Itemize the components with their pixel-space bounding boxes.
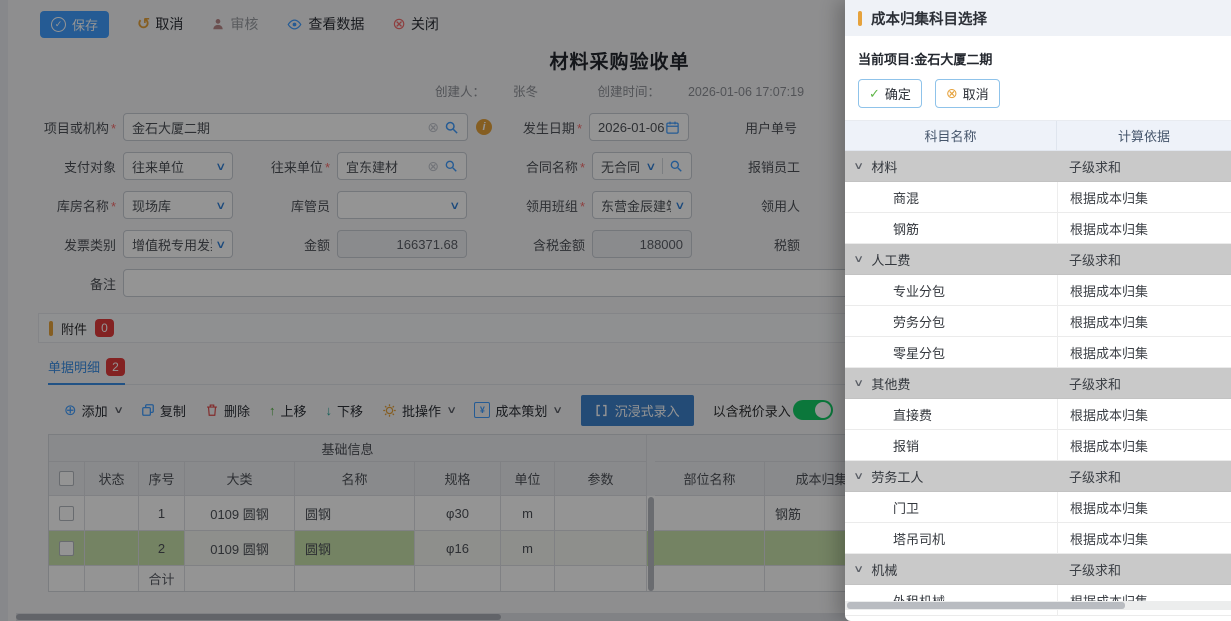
subject-table: 科目名称 计算依据 ∨材料子级求和商混根据成本归集钢筋根据成本归集∨人工费子级求… (845, 120, 1231, 616)
panel-buttons: ✓ 确定 ⊗ 取消 (858, 79, 1218, 108)
subject-name: 零星分包 (845, 343, 945, 362)
subject-name: 门卫 (845, 498, 919, 517)
subject-row[interactable]: 专业分包 根据成本归集 (845, 275, 1231, 306)
subject-name-cell[interactable]: 钢筋 (845, 213, 1057, 244)
calc-basis-cell: 子级求和 (1057, 461, 1231, 492)
calc-basis-cell: 子级求和 (1057, 554, 1231, 585)
subject-table-header: 科目名称 计算依据 (845, 121, 1231, 151)
col-subject-name: 科目名称 (845, 121, 1057, 151)
subject-name: 直接费 (845, 405, 932, 424)
current-project: 当前项目:金石大厦二期 (858, 49, 1218, 68)
subject-group-row[interactable]: ∨ 其他费 子级求和 (845, 368, 1231, 399)
panel-cancel-label: 取消 (963, 84, 989, 103)
subject-name: 机械 (871, 560, 897, 579)
subject-name: 其他费 (871, 374, 910, 393)
subject-name-cell[interactable]: ∨ 其他费 (845, 368, 1057, 399)
calc-basis-cell: 根据成本归集 (1057, 399, 1231, 430)
chevron-down-icon[interactable]: ∨ (853, 564, 864, 575)
subject-table-body: ∨材料子级求和商混根据成本归集钢筋根据成本归集∨人工费子级求和专业分包根据成本归… (845, 151, 1231, 616)
subject-name-cell[interactable]: 塔吊司机 (845, 523, 1057, 554)
panel-horizontal-scrollbar[interactable] (845, 601, 1231, 610)
subject-name-cell[interactable]: 专业分包 (845, 275, 1057, 306)
subject-row[interactable]: 报销 根据成本归集 (845, 430, 1231, 461)
subject-name: 商混 (845, 188, 919, 207)
subject-name: 材料 (871, 157, 897, 176)
subject-name-cell[interactable]: ∨ 机械 (845, 554, 1057, 585)
panel-header: 成本归集科目选择 (845, 0, 1231, 36)
subject-name-cell[interactable]: 零星分包 (845, 337, 1057, 368)
section-marker (858, 11, 862, 26)
subject-group-row[interactable]: ∨ 劳务工人 子级求和 (845, 461, 1231, 492)
subject-name-cell[interactable]: 门卫 (845, 492, 1057, 523)
chevron-down-icon[interactable]: ∨ (853, 378, 864, 389)
calc-basis-cell: 子级求和 (1057, 244, 1231, 275)
subject-row[interactable]: 门卫 根据成本归集 (845, 492, 1231, 523)
subject-name: 劳务工人 (871, 467, 923, 486)
confirm-button[interactable]: ✓ 确定 (858, 79, 922, 108)
calc-basis-cell: 根据成本归集 (1057, 306, 1231, 337)
subject-name: 塔吊司机 (845, 529, 945, 548)
subject-name-cell[interactable]: 劳务分包 (845, 306, 1057, 337)
calc-basis-cell: 根据成本归集 (1057, 492, 1231, 523)
subject-name-cell[interactable]: ∨ 人工费 (845, 244, 1057, 275)
subject-group-row[interactable]: ∨ 人工费 子级求和 (845, 244, 1231, 275)
calc-basis-cell: 根据成本归集 (1057, 337, 1231, 368)
panel-cancel-button[interactable]: ⊗ 取消 (935, 79, 1000, 108)
calc-basis-cell: 子级求和 (1057, 368, 1231, 399)
chevron-down-icon[interactable]: ∨ (853, 471, 864, 482)
calc-basis-cell: 根据成本归集 (1057, 430, 1231, 461)
calc-basis-cell: 根据成本归集 (1057, 523, 1231, 554)
subject-group-row[interactable]: ∨ 材料 子级求和 (845, 151, 1231, 182)
subject-name: 报销 (845, 436, 919, 455)
subject-name: 劳务分包 (845, 312, 945, 331)
panel-title: 成本归集科目选择 (871, 8, 987, 29)
calc-basis-cell: 根据成本归集 (1057, 213, 1231, 244)
chevron-down-icon[interactable]: ∨ (853, 254, 864, 265)
calc-basis-cell: 子级求和 (1057, 151, 1231, 182)
subject-group-row[interactable]: ∨ 机械 子级求和 (845, 554, 1231, 585)
cost-subject-panel: 成本归集科目选择 当前项目:金石大厦二期 ✓ 确定 ⊗ 取消 科目名称 计算依据… (845, 0, 1231, 621)
check-icon: ✓ (869, 86, 880, 102)
chevron-down-icon[interactable]: ∨ (853, 161, 864, 172)
cancel-circle-icon: ⊗ (946, 85, 958, 102)
col-calc-basis: 计算依据 (1057, 121, 1231, 151)
subject-name-cell[interactable]: 报销 (845, 430, 1057, 461)
subject-name: 人工费 (871, 250, 910, 269)
calc-basis-cell: 根据成本归集 (1057, 182, 1231, 213)
subject-row[interactable]: 直接费 根据成本归集 (845, 399, 1231, 430)
confirm-label: 确定 (885, 84, 911, 103)
subject-row[interactable]: 钢筋 根据成本归集 (845, 213, 1231, 244)
app-window: ✓ 保存 ↺ 取消 审核 查看数据 ⊗ 关闭 材料采购验收单 创建人：张冬 (0, 0, 1231, 621)
calc-basis-cell: 根据成本归集 (1057, 275, 1231, 306)
subject-row[interactable]: 塔吊司机 根据成本归集 (845, 523, 1231, 554)
subject-name: 专业分包 (845, 281, 945, 300)
subject-name-cell[interactable]: 商混 (845, 182, 1057, 213)
subject-name: 钢筋 (845, 219, 919, 238)
subject-name-cell[interactable]: ∨ 劳务工人 (845, 461, 1057, 492)
subject-row[interactable]: 零星分包 根据成本归集 (845, 337, 1231, 368)
subject-name-cell[interactable]: 直接费 (845, 399, 1057, 430)
subject-row[interactable]: 劳务分包 根据成本归集 (845, 306, 1231, 337)
subject-name-cell[interactable]: ∨ 材料 (845, 151, 1057, 182)
panel-scrollbar-thumb[interactable] (847, 602, 1125, 609)
subject-row[interactable]: 商混 根据成本归集 (845, 182, 1231, 213)
